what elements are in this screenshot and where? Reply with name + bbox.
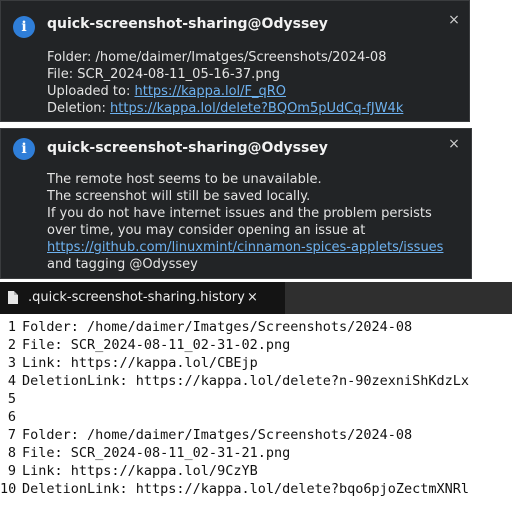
line-text: Link: https://kappa.lol/CBEjp bbox=[22, 355, 258, 371]
code-line: 9 Link: https://kappa.lol/9CzYB bbox=[0, 462, 512, 480]
line-text: Folder: /home/daimer/Imatges/Screenshots… bbox=[22, 427, 413, 443]
code-line: 6 bbox=[0, 408, 512, 426]
code-line: 8 File: SCR_2024-08-11_02-31-21.png bbox=[0, 444, 512, 462]
close-notification-button[interactable]: × bbox=[447, 13, 461, 27]
code-line: 7 Folder: /home/daimer/Imatges/Screenshot… bbox=[0, 426, 512, 444]
line-text: Folder: /home/daimer/Imatges/Screenshots… bbox=[22, 319, 413, 335]
line-number: 6 bbox=[7, 409, 16, 425]
code-line: 1 Folder: /home/daimer/Imatges/Screenshot… bbox=[0, 318, 512, 336]
text-editor: .quick-screenshot-sharing.history × 1 Fol… bbox=[0, 282, 512, 512]
deletion-row: Deletion: https://kappa.lol/delete?BQOm5… bbox=[47, 100, 461, 117]
notification-body: Folder: /home/daimer/Imatges/Screenshots… bbox=[47, 49, 461, 117]
deletion-label: Deletion: bbox=[47, 101, 111, 116]
line-number: 2 bbox=[7, 337, 16, 353]
notification-title: quick-screenshot-sharing@Odyssey bbox=[47, 16, 328, 32]
uploaded-link[interactable]: https://kappa.lol/F_qRO bbox=[135, 84, 287, 99]
deletion-link[interactable]: https://kappa.lol/delete?BQOm5pUdCq-fJW4… bbox=[110, 101, 403, 116]
close-tab-button[interactable]: × bbox=[247, 290, 258, 305]
line-text: DeletionLink: https://kappa.lol/delete?b… bbox=[22, 481, 470, 497]
line-number: 10 bbox=[0, 481, 17, 497]
line-number: 7 bbox=[7, 427, 16, 443]
code-line: 3 Link: https://kappa.lol/CBEjp bbox=[0, 354, 512, 372]
saved-locally-text: The screenshot will still be saved local… bbox=[47, 189, 311, 204]
line-text bbox=[16, 409, 22, 425]
issue-paragraph: If you do not have internet issues and t… bbox=[47, 205, 463, 273]
info-icon: i bbox=[13, 16, 35, 38]
tagging-text: and tagging @Odyssey bbox=[47, 257, 198, 272]
line-number: 4 bbox=[7, 373, 16, 389]
line-text bbox=[16, 391, 22, 407]
file-text: File: SCR_2024-08-11_05-16-37.png bbox=[47, 67, 281, 82]
code-line: 2 File: SCR_2024-08-11_02-31-02.png bbox=[0, 336, 512, 354]
line-number: 5 bbox=[7, 391, 16, 407]
code-line: 4 DeletionLink: https://kappa.lol/delete?… bbox=[0, 372, 512, 390]
uploaded-row: Uploaded to: https://kappa.lol/F_qRO bbox=[47, 83, 461, 100]
line-number: 8 bbox=[7, 445, 16, 461]
host-unavailable-notification: i quick-screenshot-sharing@Odyssey × The… bbox=[0, 128, 472, 279]
line-text: Link: https://kappa.lol/9CzYB bbox=[22, 463, 258, 479]
unavailable-text: The remote host seems to be unavailable. bbox=[47, 172, 322, 187]
file-icon bbox=[8, 291, 18, 304]
upload-notification: i quick-screenshot-sharing@Odyssey × Fol… bbox=[0, 0, 470, 122]
info-icon: i bbox=[13, 138, 35, 160]
line-text: DeletionLink: https://kappa.lol/delete?n… bbox=[22, 373, 470, 389]
line-number: 9 bbox=[7, 463, 16, 479]
issue-link[interactable]: https://github.com/linuxmint/cinnamon-sp… bbox=[47, 240, 443, 255]
folder-text: Folder: /home/daimer/Imatges/Screenshots… bbox=[47, 50, 387, 65]
tab-label: .quick-screenshot-sharing.history bbox=[28, 290, 245, 305]
code-line: 5 bbox=[0, 390, 512, 408]
close-notification-button[interactable]: × bbox=[447, 137, 461, 151]
tab-history-file[interactable]: .quick-screenshot-sharing.history × bbox=[0, 282, 285, 314]
code-line: 10 DeletionLink: https://kappa.lol/delete… bbox=[0, 480, 512, 498]
code-area[interactable]: 1 Folder: /home/daimer/Imatges/Screenshot… bbox=[0, 318, 512, 512]
line-text: File: SCR_2024-08-11_02-31-02.png bbox=[22, 337, 291, 353]
line-number: 1 bbox=[7, 319, 16, 335]
issue-text: If you do not have internet issues and t… bbox=[47, 206, 432, 238]
tab-bar: .quick-screenshot-sharing.history × bbox=[0, 282, 512, 314]
line-number: 3 bbox=[7, 355, 16, 371]
notification-title: quick-screenshot-sharing@Odyssey bbox=[47, 140, 328, 156]
line-text: File: SCR_2024-08-11_02-31-21.png bbox=[22, 445, 291, 461]
notification-body: The remote host seems to be unavailable.… bbox=[47, 171, 463, 273]
uploaded-label: Uploaded to: bbox=[47, 84, 135, 99]
